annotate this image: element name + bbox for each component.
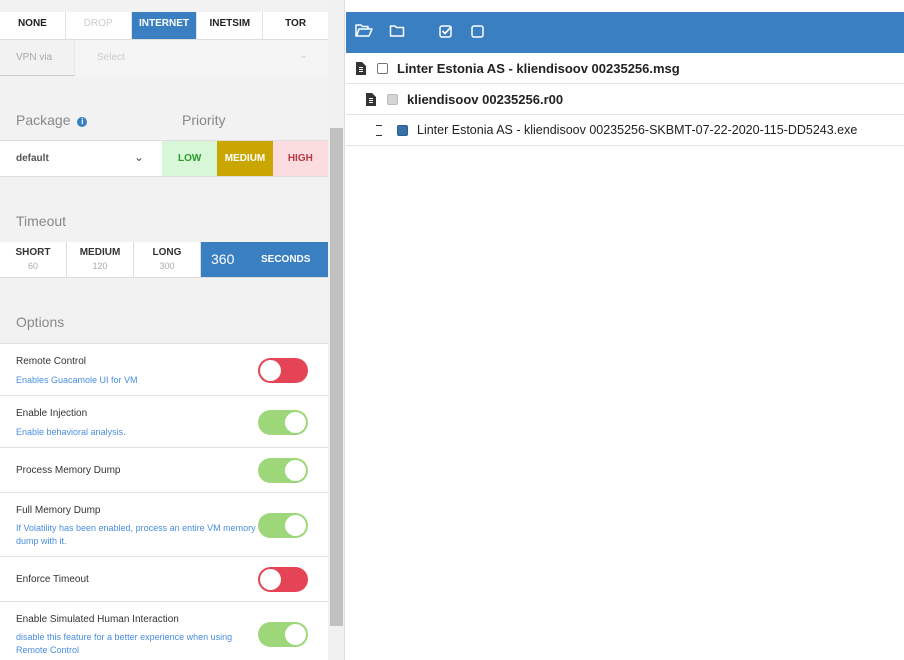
scrollbar-thumb[interactable] (330, 128, 343, 626)
package-label: Package (16, 112, 71, 128)
timeout-heading: Timeout (16, 213, 67, 229)
process-memory-dump-toggle[interactable] (258, 458, 308, 483)
vpn-select: Select ⌄ (74, 40, 328, 76)
priority-low-button[interactable]: LOW (162, 141, 218, 176)
network-option-tor[interactable]: TOR (263, 12, 328, 39)
timeout-medium-value: 120 (92, 261, 108, 271)
timeout-medium-name: MEDIUM (79, 247, 121, 258)
option-simulated-human-interaction: Enable Simulated Human Interaction disab… (0, 601, 328, 660)
file-icon (356, 62, 366, 75)
timeout-custom-field[interactable]: 360 SECONDS (201, 242, 328, 277)
tree-checkbox[interactable] (387, 94, 398, 105)
vpn-label: VPN via (16, 52, 53, 63)
square-icon[interactable] (470, 23, 490, 41)
tree-item-exe[interactable]: Linter Estonia AS - kliendisoov 00235256… (346, 115, 904, 146)
network-option-inetsim[interactable]: INETSIM (197, 12, 264, 39)
option-title: Enable Simulated Human Interaction (16, 614, 179, 625)
tree-item-r00[interactable]: kliendisoov 00235256.r00 (346, 84, 904, 115)
timeout-long-value: 300 (159, 261, 175, 271)
info-icon[interactable]: i (77, 117, 88, 127)
option-description: Enable behavioral analysis. (16, 427, 126, 437)
option-enforce-timeout: Enforce Timeout (0, 556, 328, 601)
network-option-none[interactable]: NONE (0, 12, 66, 39)
package-heading: Package i (16, 112, 88, 128)
timeout-short-button[interactable]: SHORT 60 (0, 242, 67, 277)
timeout-long-button[interactable]: LONG 300 (134, 242, 201, 277)
option-title: Process Memory Dump (16, 465, 121, 476)
simulated-human-interaction-toggle[interactable] (258, 622, 308, 647)
option-title: Full Memory Dump (16, 505, 101, 516)
option-description: disable this feature for a better experi… (16, 632, 233, 655)
package-select[interactable]: default ⌄ (0, 141, 162, 176)
option-process-memory-dump: Process Memory Dump (0, 447, 328, 492)
enforce-timeout-toggle[interactable] (258, 567, 308, 592)
tree-item-label: Linter Estonia AS - kliendisoov 00235256… (397, 61, 680, 76)
enable-injection-toggle[interactable] (258, 410, 308, 435)
option-title: Enforce Timeout (16, 574, 89, 585)
full-memory-dump-toggle[interactable] (258, 513, 308, 538)
remote-control-toggle[interactable] (258, 358, 308, 383)
tree-item-label: kliendisoov 00235256.r00 (407, 92, 564, 107)
option-title: Remote Control (16, 356, 87, 367)
file-icon (366, 93, 376, 106)
toggle-knob (260, 360, 281, 381)
option-description: Enables Guacamole UI for VM (16, 375, 138, 385)
option-title: Enable Injection (16, 408, 88, 419)
tree-item-msg[interactable]: Linter Estonia AS - kliendisoov 00235256… (346, 53, 904, 84)
package-value: default (16, 153, 49, 164)
tree-checkbox[interactable] (397, 125, 408, 136)
network-routing-selector: NONE DROP INTERNET INETSIM TOR (0, 12, 328, 40)
option-enable-injection: Enable Injection Enable behavioral analy… (0, 395, 328, 447)
folder-icon[interactable] (389, 23, 409, 41)
timeout-short-value: 60 (27, 261, 38, 271)
options-heading: Options (16, 314, 65, 330)
timeout-custom-value[interactable]: 360 (211, 251, 234, 267)
vpn-row: VPN via Select ⌄ (0, 40, 328, 76)
timeout-short-name: SHORT (15, 247, 51, 258)
toggle-knob (285, 412, 306, 433)
option-description: If Volatility has been enabled, process … (16, 523, 256, 546)
option-remote-control: Remote Control Enables Guacamole UI for … (0, 343, 328, 395)
executable-icon (376, 125, 382, 136)
timeout-long-name: LONG (152, 247, 182, 258)
toggle-knob (285, 624, 306, 645)
timeout-selector: SHORT 60 MEDIUM 120 LONG 300 360 SECONDS (0, 242, 328, 278)
chevron-down-icon: ⌄ (299, 50, 308, 61)
tree-checkbox[interactable] (377, 63, 388, 74)
check-square-icon[interactable] (438, 23, 458, 41)
toggle-knob (285, 515, 306, 536)
chevron-down-icon: ⌄ (133, 150, 144, 164)
tree-item-label: Linter Estonia AS - kliendisoov 00235256… (417, 123, 858, 137)
file-tree-toolbar (346, 12, 904, 53)
priority-high-button[interactable]: HIGH (272, 141, 328, 176)
submission-options-panel: NONE DROP INTERNET INETSIM TOR VPN via S… (0, 0, 345, 660)
timeout-medium-button[interactable]: MEDIUM 120 (67, 242, 134, 277)
option-full-memory-dump: Full Memory Dump If Volatility has been … (0, 492, 328, 556)
file-tree-panel: Linter Estonia AS - kliendisoov 00235256… (346, 0, 904, 660)
network-option-internet[interactable]: INTERNET (131, 12, 198, 39)
toggle-knob (285, 460, 306, 481)
toggle-knob (260, 569, 281, 590)
folder-open-icon[interactable] (355, 23, 375, 41)
network-option-drop: DROP (66, 12, 132, 39)
package-priority-row: default ⌄ LOW MEDIUM HIGH (0, 140, 328, 177)
priority-medium-button[interactable]: MEDIUM (217, 141, 273, 176)
vpn-select-placeholder: Select (97, 52, 125, 63)
priority-heading: Priority (182, 112, 226, 128)
timeout-custom-unit: SECONDS (261, 254, 311, 265)
